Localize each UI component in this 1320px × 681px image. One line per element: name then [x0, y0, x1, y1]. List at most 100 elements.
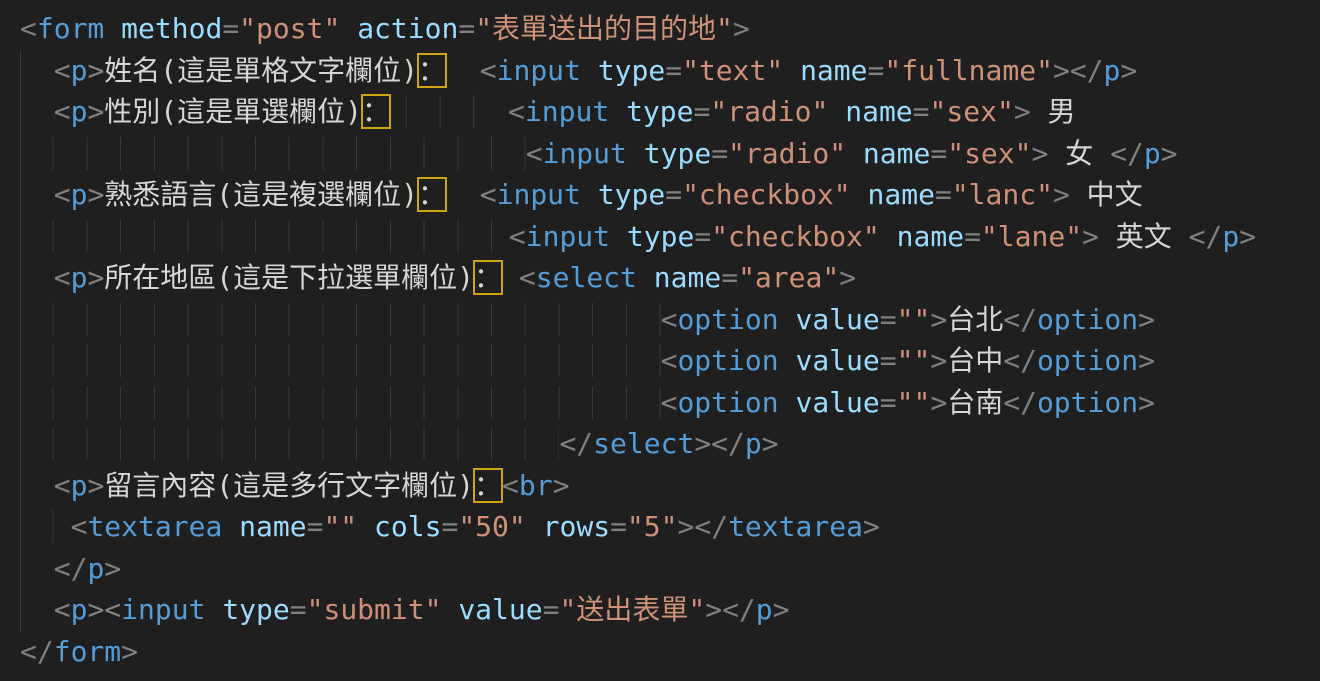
code-token-tag: input — [543, 137, 627, 170]
code-token-pu: > — [87, 261, 104, 294]
code-token-attr: method — [121, 12, 222, 45]
code-token-pu: = — [880, 386, 897, 419]
whitespace — [581, 54, 598, 87]
code-token-attr: action — [357, 12, 458, 45]
code-token-attr: name — [897, 220, 964, 253]
code-token-pu: = — [930, 137, 947, 170]
code-token-tag: p — [71, 469, 88, 502]
code-token-val: "50" — [458, 510, 525, 543]
code-token-pu: > — [733, 12, 750, 45]
code-token-pu: </ — [1003, 386, 1037, 419]
code-token-pu: = — [307, 510, 324, 543]
code-token-pu: < — [480, 54, 497, 87]
whitespace — [446, 178, 480, 211]
code-token-tag: form — [54, 635, 121, 668]
code-token-pu: > — [1014, 95, 1031, 128]
whitespace — [357, 510, 374, 543]
whitespace — [20, 95, 54, 128]
code-token-pu: > — [87, 178, 104, 211]
code-token-pu: </ — [1070, 54, 1104, 87]
code-token-pu: > — [1138, 386, 1155, 419]
code-line-9: <option value="">台中</option> — [20, 340, 1320, 382]
code-token-val: "fullname" — [884, 54, 1053, 87]
code-token-tag: option — [677, 344, 778, 377]
code-token-tag: br — [519, 469, 553, 502]
indent-guide — [20, 50, 21, 631]
whitespace — [581, 178, 598, 211]
code-token-pu: = — [610, 510, 627, 543]
code-token-pu: < — [104, 593, 121, 626]
code-token-pu: > — [930, 303, 947, 336]
code-token-attr: type — [626, 95, 693, 128]
whitespace — [851, 178, 868, 211]
whitespace — [20, 469, 54, 502]
code-token-pu: < — [54, 261, 71, 294]
code-line-12: <p>留言內容(這是多行文字欄位)：<br> — [20, 465, 1320, 507]
code-token-pu: </ — [1003, 303, 1037, 336]
unicode-highlight-box: ： — [418, 178, 446, 211]
unicode-highlight-box: ： — [474, 261, 502, 294]
code-token-tag: option — [677, 303, 778, 336]
code-token-pu: < — [661, 344, 678, 377]
code-token-val: "radio" — [710, 95, 828, 128]
code-token-pu: < — [508, 95, 525, 128]
code-token-pu: > — [1138, 344, 1155, 377]
whitespace — [779, 303, 796, 336]
code-token-val: "" — [897, 386, 931, 419]
code-token-tag: p — [1144, 137, 1161, 170]
code-token-tag: input — [526, 220, 610, 253]
code-token-tag: p — [745, 427, 762, 460]
whitespace — [20, 178, 54, 211]
code-token-pu: </ — [20, 635, 54, 668]
code-line-11: </select></p> — [20, 423, 1320, 465]
code-token-attr: type — [598, 178, 665, 211]
code-token-pu: = — [694, 220, 711, 253]
code-token-attr: value — [795, 386, 879, 419]
unicode-highlight-box: ： — [362, 95, 390, 128]
code-token-txt: 所在地區(這是下拉選單欄位) — [104, 261, 474, 294]
code-token-pu: > — [1053, 178, 1070, 211]
code-token-pu: > — [1239, 220, 1256, 253]
code-token-pu: < — [661, 303, 678, 336]
whitespace — [610, 220, 627, 253]
code-token-pu: = — [222, 12, 239, 45]
whitespace — [446, 54, 480, 87]
code-token-pu: = — [458, 12, 475, 45]
whitespace — [609, 95, 626, 128]
whitespace — [846, 137, 863, 170]
code-token-pu: </ — [1110, 137, 1144, 170]
code-token-txt: 姓名(這是單格文字欄位) — [104, 54, 418, 87]
code-token-pu: = — [880, 344, 897, 377]
code-token-tag: p — [71, 95, 88, 128]
code-token-val: "" — [897, 303, 931, 336]
code-token-pu: > — [930, 386, 947, 419]
whitespace — [20, 220, 509, 253]
code-token-txt: 台中 — [947, 344, 1003, 377]
code-token-pu: < — [661, 386, 678, 419]
code-token-pu: < — [509, 220, 526, 253]
code-line-7: <p>所在地區(這是下拉選單欄位)： <select name="area"> — [20, 257, 1320, 299]
code-token-pu: > — [762, 427, 779, 460]
code-token-tag: option — [1037, 303, 1138, 336]
code-token-txt: 中文 — [1070, 178, 1143, 211]
code-token-pu: < — [20, 12, 37, 45]
code-token-pu: < — [54, 95, 71, 128]
code-token-attr: name — [868, 178, 935, 211]
code-token-txt: 台南 — [947, 386, 1003, 419]
code-line-16: </form> — [20, 631, 1320, 673]
code-token-tag: input — [525, 95, 609, 128]
code-token-attr: value — [795, 344, 879, 377]
code-token-pu: = — [721, 261, 738, 294]
code-token-val: "sex" — [947, 137, 1031, 170]
code-token-pu: </ — [1003, 344, 1037, 377]
code-token-attr: value — [795, 303, 879, 336]
code-token-val: "submit" — [307, 593, 442, 626]
code-token-tag: select — [536, 261, 637, 294]
code-token-pu: = — [868, 54, 885, 87]
code-editor[interactable]: <form method="post" action="表單送出的目的地"> <… — [0, 0, 1320, 681]
code-token-attr: rows — [543, 510, 610, 543]
code-token-pu: = — [935, 178, 952, 211]
code-token-pu: > — [930, 344, 947, 377]
code-token-txt: 熟悉語言(這是複選欄位) — [104, 178, 418, 211]
code-token-pu: = — [441, 510, 458, 543]
